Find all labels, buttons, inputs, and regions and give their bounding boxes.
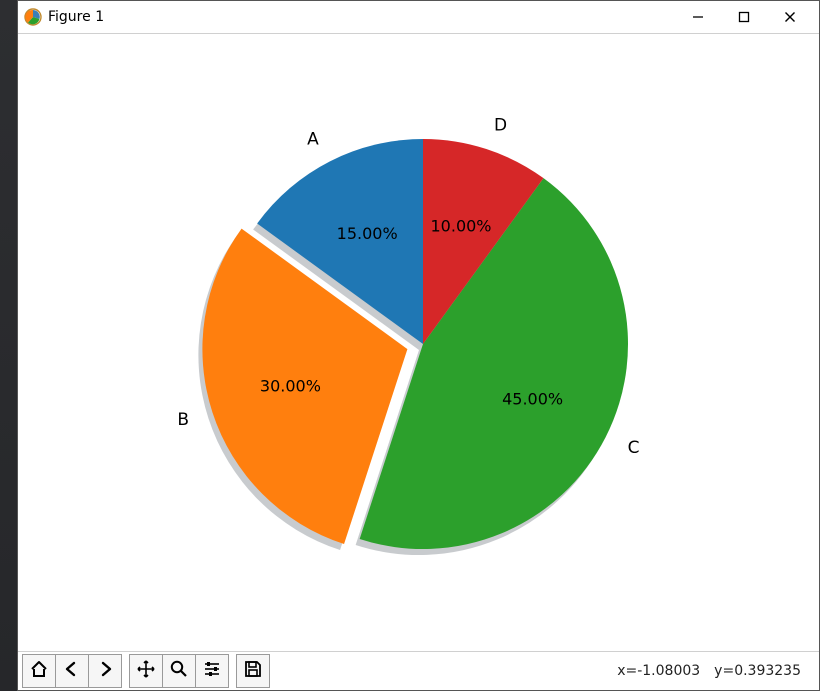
slice-label: D	[494, 116, 507, 136]
app-icon	[24, 8, 42, 26]
background-strip	[0, 0, 17, 691]
move-icon	[136, 659, 156, 683]
coord-x-readout: x=-1.08003	[617, 663, 700, 679]
zoom-button[interactable]	[162, 654, 196, 688]
back-button[interactable]	[55, 654, 89, 688]
close-button[interactable]	[767, 1, 813, 33]
forward-button[interactable]	[88, 654, 122, 688]
arrow-left-icon	[62, 659, 82, 683]
slice-pct: 15.00%	[337, 224, 398, 243]
configure-button[interactable]	[195, 654, 229, 688]
slice-pct: 10.00%	[431, 217, 492, 236]
window-title: Figure 1	[48, 9, 104, 25]
slice-label: B	[177, 410, 189, 430]
save-icon	[243, 659, 263, 683]
slice-pct: 45.00%	[502, 389, 563, 408]
zoom-icon	[169, 659, 189, 683]
chart-canvas[interactable]: A 15.00% B 30.00% C 45.00% D 10.00%	[18, 34, 819, 651]
home-button[interactable]	[22, 654, 56, 688]
nav-toolbar: x=-1.08003 y=0.393235	[18, 651, 819, 690]
save-button[interactable]	[236, 654, 270, 688]
slice-label: A	[307, 129, 319, 149]
slice-pct: 30.00%	[260, 377, 321, 396]
arrow-right-icon	[95, 659, 115, 683]
figure-window: Figure 1 A 15.00% B 30.00% C 45.00% D 10.00%	[17, 0, 820, 691]
slice-label: C	[628, 438, 640, 458]
coord-y-readout: y=0.393235	[714, 663, 801, 679]
minimize-button[interactable]	[675, 1, 721, 33]
titlebar: Figure 1	[18, 1, 819, 34]
sliders-icon	[202, 659, 222, 683]
maximize-button[interactable]	[721, 1, 767, 33]
home-icon	[29, 659, 49, 683]
pan-button[interactable]	[129, 654, 163, 688]
